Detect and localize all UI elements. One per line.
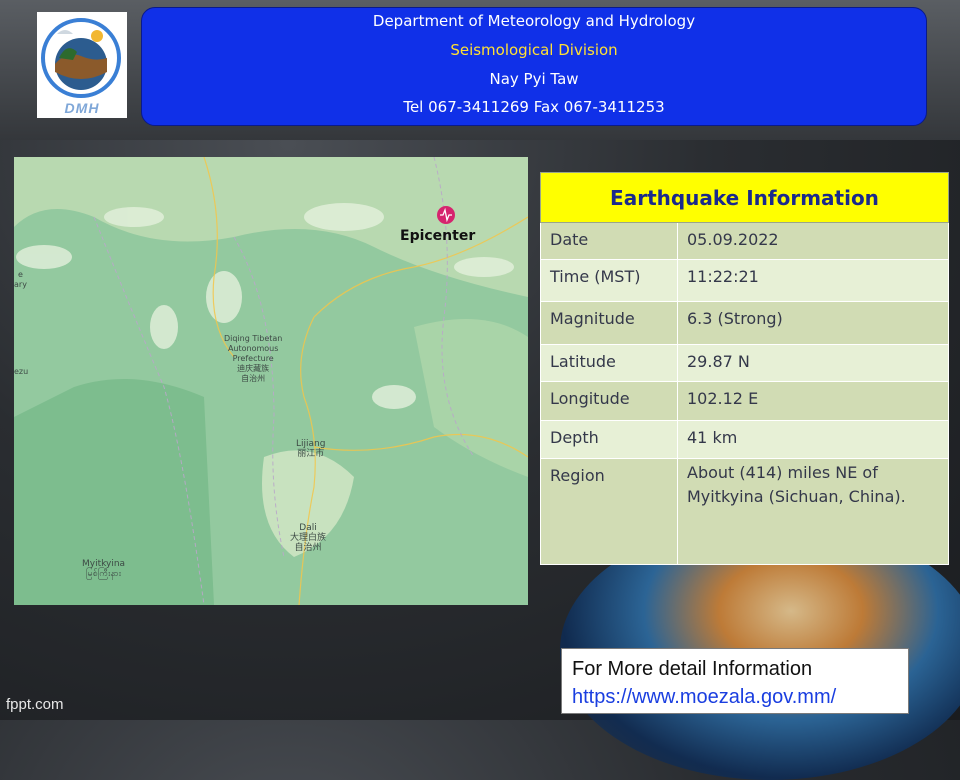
table-row: Magnitude 6.3 (Strong) [540, 301, 949, 345]
table-row: Date 05.09.2022 [540, 222, 949, 260]
more-info-box: For More detail Information https://www.… [561, 648, 909, 714]
table-row: Latitude 29.87 N [540, 344, 949, 382]
dmh-logo: DMH [37, 12, 127, 118]
map-place-myitkyina: Myitkyina မြစ်ကြီးနား [82, 559, 126, 579]
contact-line: Tel 067-3411269 Fax 067-3411253 [403, 98, 665, 116]
department-title-box: Department of Meteorology and Hydrology … [141, 7, 927, 126]
division-name: Seismological Division [450, 41, 618, 59]
epicenter-map: Epicenter Diqing Tibetan Autonomous Pref… [14, 157, 528, 605]
row-label-magnitude: Magnitude [540, 301, 678, 345]
info-table-title: Earthquake Information [540, 172, 949, 223]
row-value-time: 11:22:21 [677, 259, 949, 302]
row-label-longitude: Longitude [540, 381, 678, 421]
department-name: Department of Meteorology and Hydrology [372, 12, 696, 30]
table-row: Time (MST) 11:22:21 [540, 259, 949, 302]
map-place-edge-west: ezu [14, 367, 29, 376]
row-label-depth: Depth [540, 420, 678, 459]
logo-emblem-icon [41, 18, 121, 98]
map-place-dali: Dali 大理白族 自治州 [290, 523, 327, 553]
row-value-depth: 41 km [677, 420, 949, 459]
row-value-region: About (414) miles NE of Myitkyina (Sichu… [677, 458, 949, 565]
fppt-credit: fppt.com [6, 696, 64, 713]
logo-text: DMH [64, 100, 100, 116]
table-row: Longitude 102.12 E [540, 381, 949, 421]
row-value-longitude: 102.12 E [677, 381, 949, 421]
row-value-magnitude: 6.3 (Strong) [677, 301, 949, 345]
epicenter-marker-icon [437, 206, 455, 224]
more-info-title: For More detail Information [572, 658, 813, 680]
epicenter-label: Epicenter [400, 228, 476, 244]
map-place-diqing: Diqing Tibetan Autonomous Prefecture 迪庆藏… [224, 334, 283, 383]
row-label-region: Region [540, 458, 678, 565]
table-row: Region About (414) miles NE of Myitkyina… [540, 458, 949, 565]
city-name: Nay Pyi Taw [489, 70, 579, 88]
row-value-date: 05.09.2022 [677, 222, 949, 260]
row-label-latitude: Latitude [540, 344, 678, 382]
map-place-edge-northwest: e ary [14, 270, 27, 289]
row-label-time: Time (MST) [540, 259, 678, 302]
row-value-latitude: 29.87 N [677, 344, 949, 382]
row-label-date: Date [540, 222, 678, 260]
map-place-lijiang: Lijiang 丽江市 [296, 439, 326, 459]
table-row: Depth 41 km [540, 420, 949, 459]
moezala-link[interactable]: https://www.moezala.gov.mm/ [572, 683, 908, 711]
earthquake-info-table: Earthquake Information Date 05.09.2022 T… [540, 172, 949, 565]
